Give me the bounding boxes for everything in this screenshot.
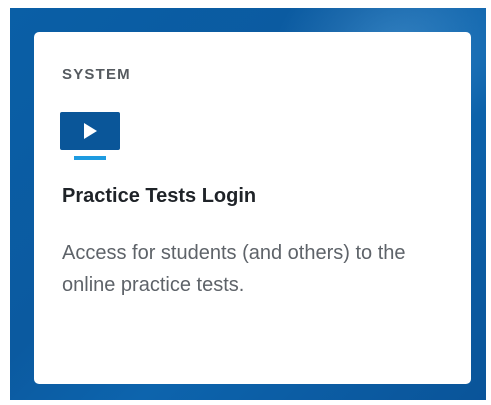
tile-background: SYSTEM Practice Tests Login Access for s…: [10, 8, 486, 400]
card-category-label: SYSTEM: [62, 66, 131, 83]
practice-tests-login-card[interactable]: SYSTEM Practice Tests Login Access for s…: [34, 32, 471, 384]
card-title[interactable]: Practice Tests Login: [62, 185, 256, 208]
card-description: Access for students (and others) to the …: [62, 242, 406, 296]
play-video-icon: [60, 112, 120, 164]
